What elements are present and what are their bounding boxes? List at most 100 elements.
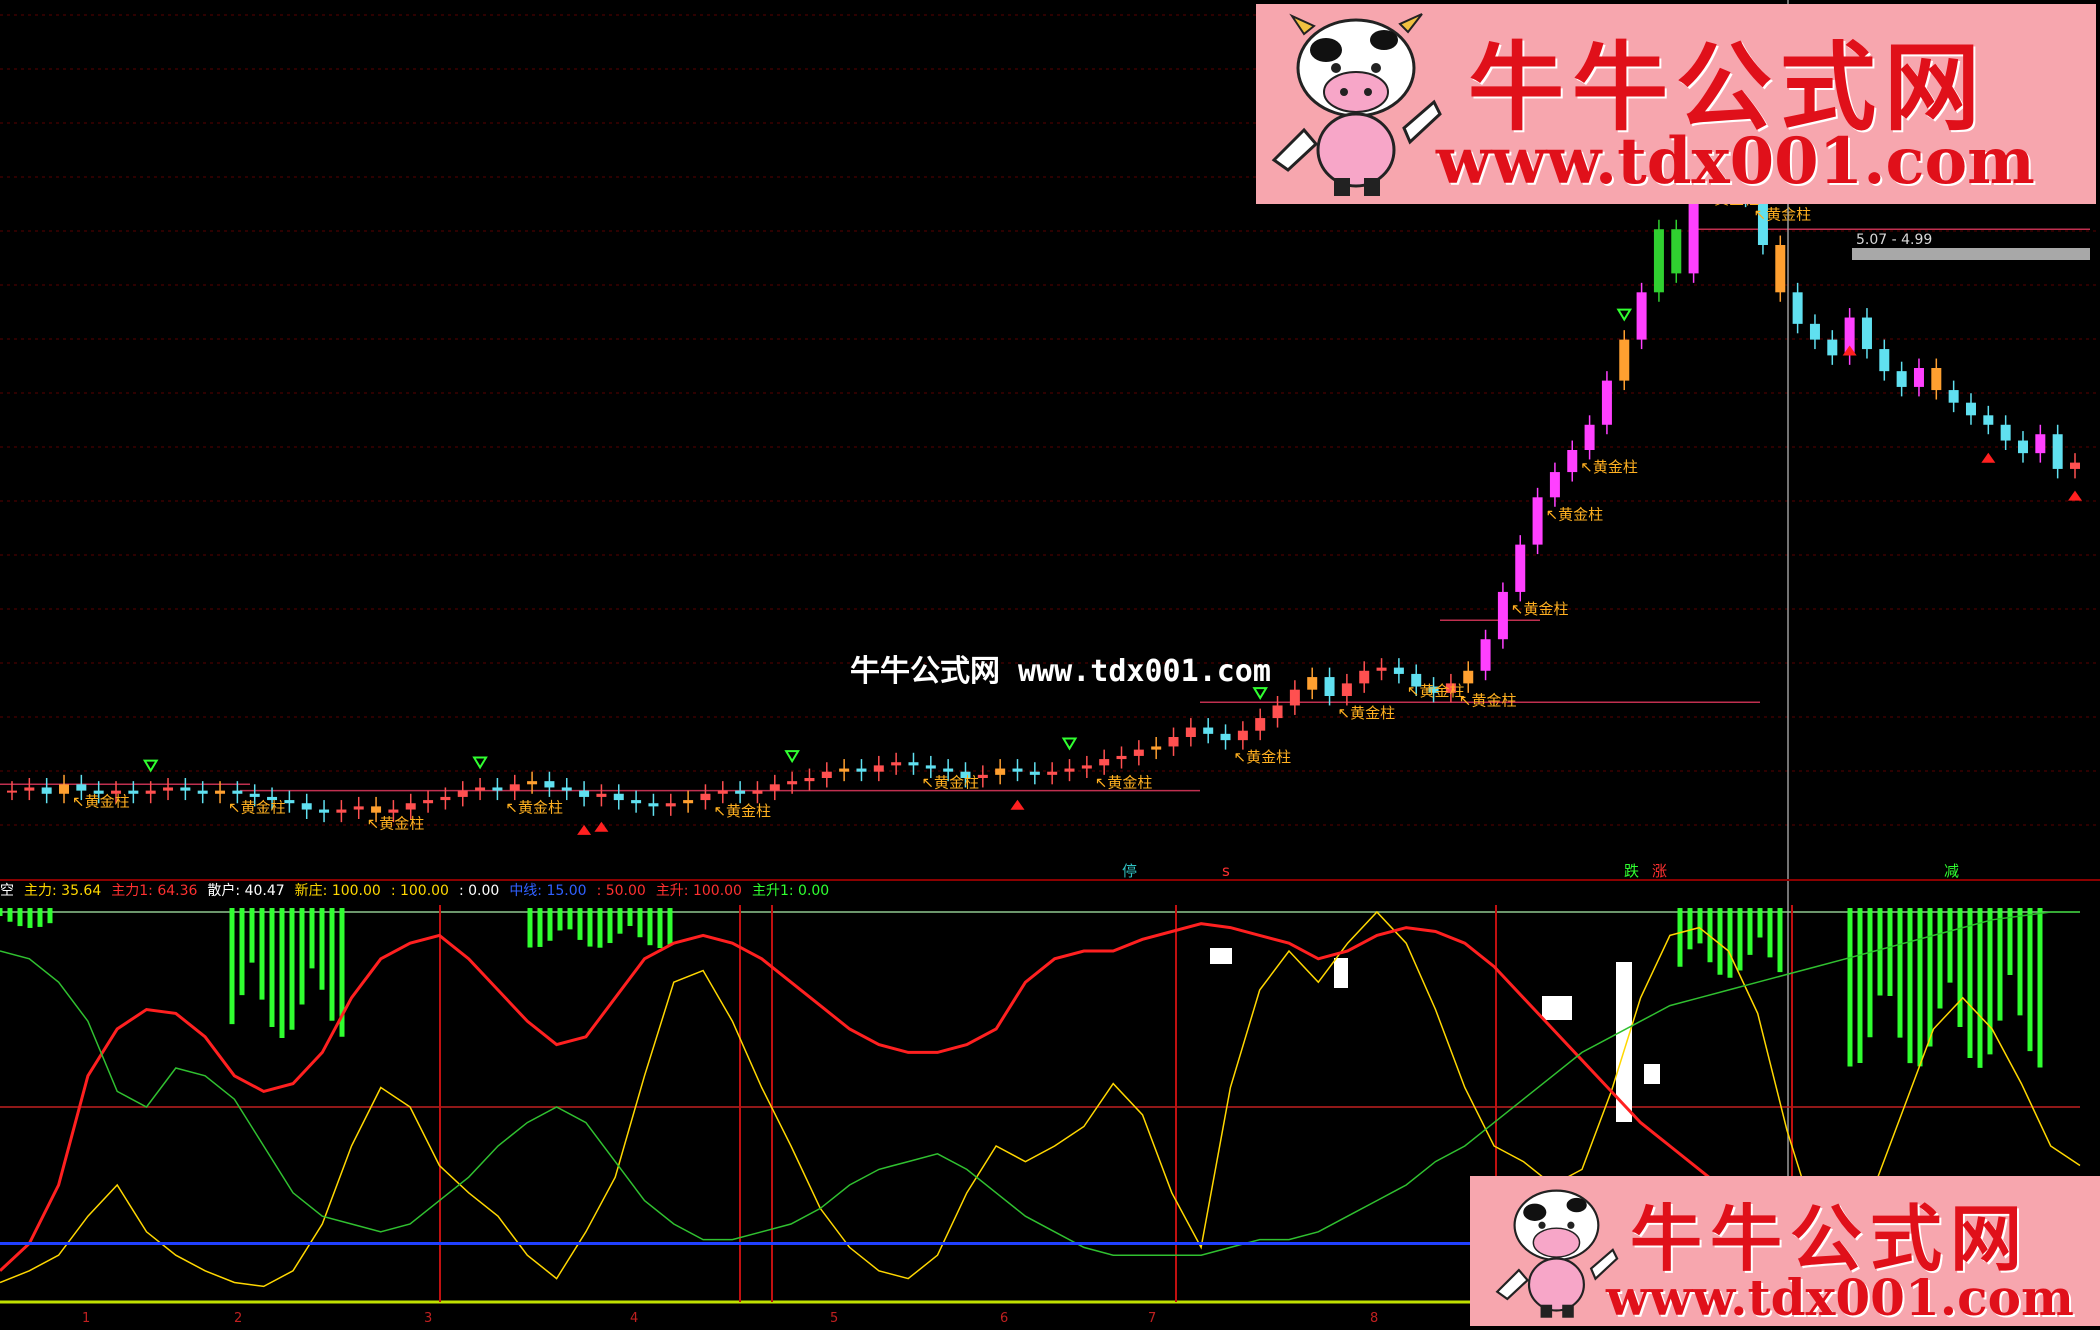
bottom-marker: s <box>1222 862 1230 880</box>
candle-body <box>1913 368 1924 387</box>
candle-body <box>995 768 1006 775</box>
indicator-label-4: 新庄: 100.00 <box>294 883 381 899</box>
candle-body <box>596 793 607 797</box>
buy-arrow-icon <box>1061 737 1078 751</box>
candle-body <box>1827 339 1838 356</box>
buy-arrow-icon <box>784 750 800 764</box>
x-tick-label: 8 <box>1370 1311 1378 1326</box>
center-watermark: 牛牛公式网 www.tdx001.com <box>850 654 1271 689</box>
candle-body <box>1948 390 1959 403</box>
candle-body <box>683 800 694 804</box>
candle-body <box>752 790 763 794</box>
candle-body <box>891 762 902 766</box>
x-tick-label: 6 <box>1000 1311 1008 1326</box>
candle-body <box>1619 339 1630 381</box>
x-tick-label: 5 <box>830 1311 838 1326</box>
candle-body <box>1029 771 1040 775</box>
indicator-label-10: 主升1: 0.00 <box>751 883 830 899</box>
candle-body <box>821 771 832 778</box>
watermark-top: 牛牛公式网 www.tdx001.com <box>1256 4 2096 204</box>
candle-body <box>769 784 780 791</box>
signal-label: ↖黄金柱 <box>1546 505 1604 523</box>
candle-body <box>1584 424 1595 450</box>
candle-body <box>735 790 746 794</box>
candle-body <box>856 768 867 772</box>
candle-body <box>1809 323 1820 340</box>
candle-body <box>509 784 520 791</box>
sell-arrow-icon <box>594 821 609 832</box>
candle-body <box>1359 670 1370 684</box>
x-tick-label: 7 <box>1148 1311 1156 1326</box>
candle-body <box>232 790 243 794</box>
candle-body <box>873 765 884 772</box>
indicator-white-block <box>1542 996 1572 1020</box>
candle-body <box>319 809 330 813</box>
indicator-label-1: 主力: 35.64 <box>24 883 102 899</box>
candle-body <box>1324 677 1335 696</box>
candle-body <box>1671 229 1682 274</box>
candle-body <box>1463 670 1474 684</box>
candle-body <box>1497 591 1508 640</box>
candle-body <box>1515 544 1526 592</box>
buy-arrow-icon <box>142 759 159 773</box>
sell-arrow-icon <box>1010 799 1025 810</box>
candle-body <box>2017 440 2028 454</box>
price-range-bar <box>1852 248 2090 260</box>
candle-body <box>1480 639 1491 671</box>
candle-body <box>1653 229 1664 293</box>
candle-body <box>1549 472 1560 498</box>
candle-body <box>1012 768 1023 772</box>
price-reference-lines <box>0 228 2090 792</box>
x-tick-label: 2 <box>234 1311 242 1326</box>
candle-body <box>2035 434 2046 454</box>
indicator-white-block <box>1644 1064 1660 1084</box>
candle-body <box>1636 292 1647 340</box>
candle-body <box>371 806 382 813</box>
x-tick-label: 4 <box>630 1311 638 1326</box>
sell-arrow-icon <box>2068 490 2082 501</box>
candle-body <box>2052 434 2063 469</box>
candle-body <box>1983 415 1994 425</box>
x-tick-label: 3 <box>424 1311 432 1326</box>
candle-body <box>1064 768 1075 772</box>
candle-body <box>977 774 988 778</box>
candle-body <box>388 809 399 813</box>
signal-label: ↖黄金柱 <box>1407 682 1465 700</box>
candle-body <box>579 790 590 797</box>
candle-body <box>1151 746 1162 750</box>
candle-body <box>249 793 260 797</box>
signal-label: ↖黄金柱 <box>1234 748 1292 766</box>
buy-arrow-icon <box>472 756 488 770</box>
candle-body <box>1307 677 1318 690</box>
candle-body <box>787 781 798 785</box>
candle-body <box>561 787 572 791</box>
candle-body <box>76 784 87 791</box>
bottom-marker: 减 <box>1944 862 1959 880</box>
indicator-white-block <box>1210 948 1232 964</box>
cow-mascot-icon <box>1271 13 1442 196</box>
candle-body <box>908 762 919 766</box>
price-range-label: 5.07 - 4.99 <box>1856 232 1932 248</box>
sell-arrow-icon <box>577 824 592 835</box>
candle-body <box>1532 497 1543 545</box>
candle-body <box>215 790 226 794</box>
candle-body <box>1220 733 1231 741</box>
signal-label: ↖黄金柱 <box>1095 773 1153 791</box>
indicator-label-2: 主力1: 64.36 <box>111 883 198 899</box>
candle-body <box>943 768 954 772</box>
candle-body <box>1099 759 1110 766</box>
candle-body <box>613 793 624 801</box>
candle-body <box>544 781 555 788</box>
candle-body <box>1601 380 1612 425</box>
candle-body <box>1861 317 1872 350</box>
candle-body <box>163 787 174 791</box>
candle-body <box>41 787 52 794</box>
candle-body <box>1255 718 1266 731</box>
signal-label: ↖黄金柱 <box>1754 206 1812 224</box>
signal-label: ↖黄金柱 <box>713 802 771 820</box>
bottom-markers: 停 s 跌涨 减 <box>1122 862 1959 880</box>
candle-body <box>1203 727 1214 734</box>
candle-body <box>197 790 208 794</box>
bottom-marker: 跌 <box>1624 862 1639 880</box>
candle-body <box>1376 667 1387 671</box>
